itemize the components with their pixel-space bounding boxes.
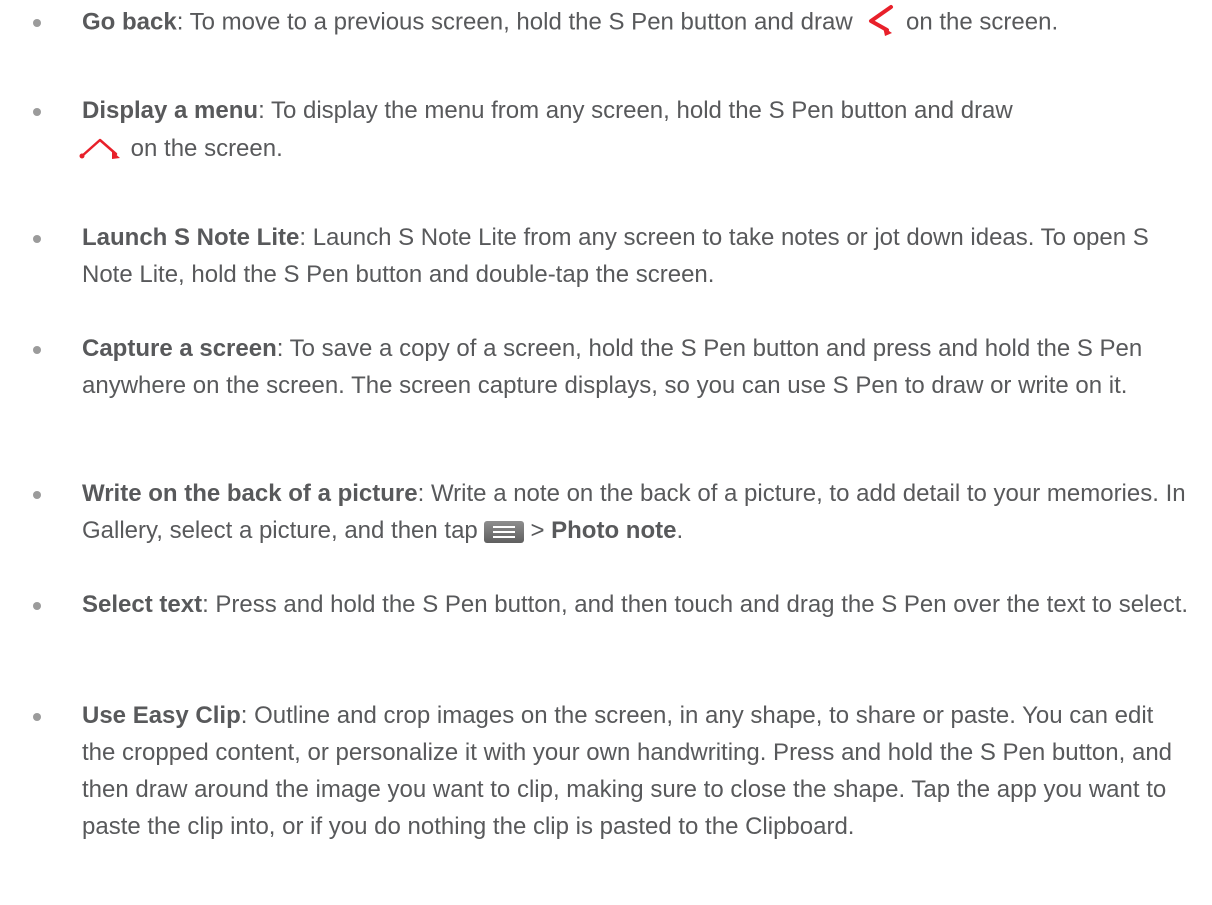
bullet	[33, 19, 41, 27]
list-item-select-text: Select text: Press and hold the S Pen bu…	[33, 586, 1192, 623]
item-text: : To display the menu from any screen, h…	[258, 97, 1013, 124]
item-text-after-icon: on the screen.	[124, 135, 283, 162]
back-gesture-icon	[869, 5, 894, 36]
list-item-go-back: Go back: To move to a previous screen, h…	[33, 3, 1192, 43]
list-item-use-easy-clip: Use Easy Clip: Outline and crop images o…	[33, 697, 1192, 845]
item-term: Use Easy Clip	[82, 702, 241, 729]
bullet	[33, 491, 41, 499]
item-term: Go back	[82, 8, 177, 36]
list-item-write-on-picture: Write on the back of a picture: Write a …	[33, 475, 1192, 549]
menu-gesture-icon	[79, 138, 120, 159]
item-text-end: .	[676, 517, 684, 544]
item-term: Capture a screen	[82, 335, 277, 362]
item-term: Launch S Note Lite	[82, 224, 300, 251]
item-term: Display a menu	[82, 97, 259, 124]
item-text: : Outline and crop images on the screen,…	[82, 702, 1173, 840]
list-item-capture-screen: Capture a screen: To save a copy of a sc…	[33, 330, 1192, 404]
bullet	[33, 713, 41, 721]
menu-key-icon	[484, 520, 525, 543]
item-term: Select text	[82, 591, 203, 618]
bullet	[33, 346, 41, 354]
list-item-launch-s-note-lite: Launch S Note Lite: Launch S Note Lite f…	[33, 219, 1192, 293]
item-text-after-icon: on the screen.	[906, 8, 1059, 36]
list-item-display-menu: Display a menu: To display the menu from…	[33, 92, 1192, 168]
item-text: : To move to a previous screen, hold the…	[176, 8, 860, 36]
bullet	[33, 108, 41, 116]
bullet	[33, 235, 41, 243]
photo-note-term: Photo note	[551, 517, 677, 544]
item-text-after-icon: >	[530, 517, 552, 544]
item-text: : Press and hold the S Pen button, and t…	[202, 591, 1189, 618]
item-term: Write on the back of a picture	[82, 480, 418, 507]
bullet	[33, 602, 41, 610]
